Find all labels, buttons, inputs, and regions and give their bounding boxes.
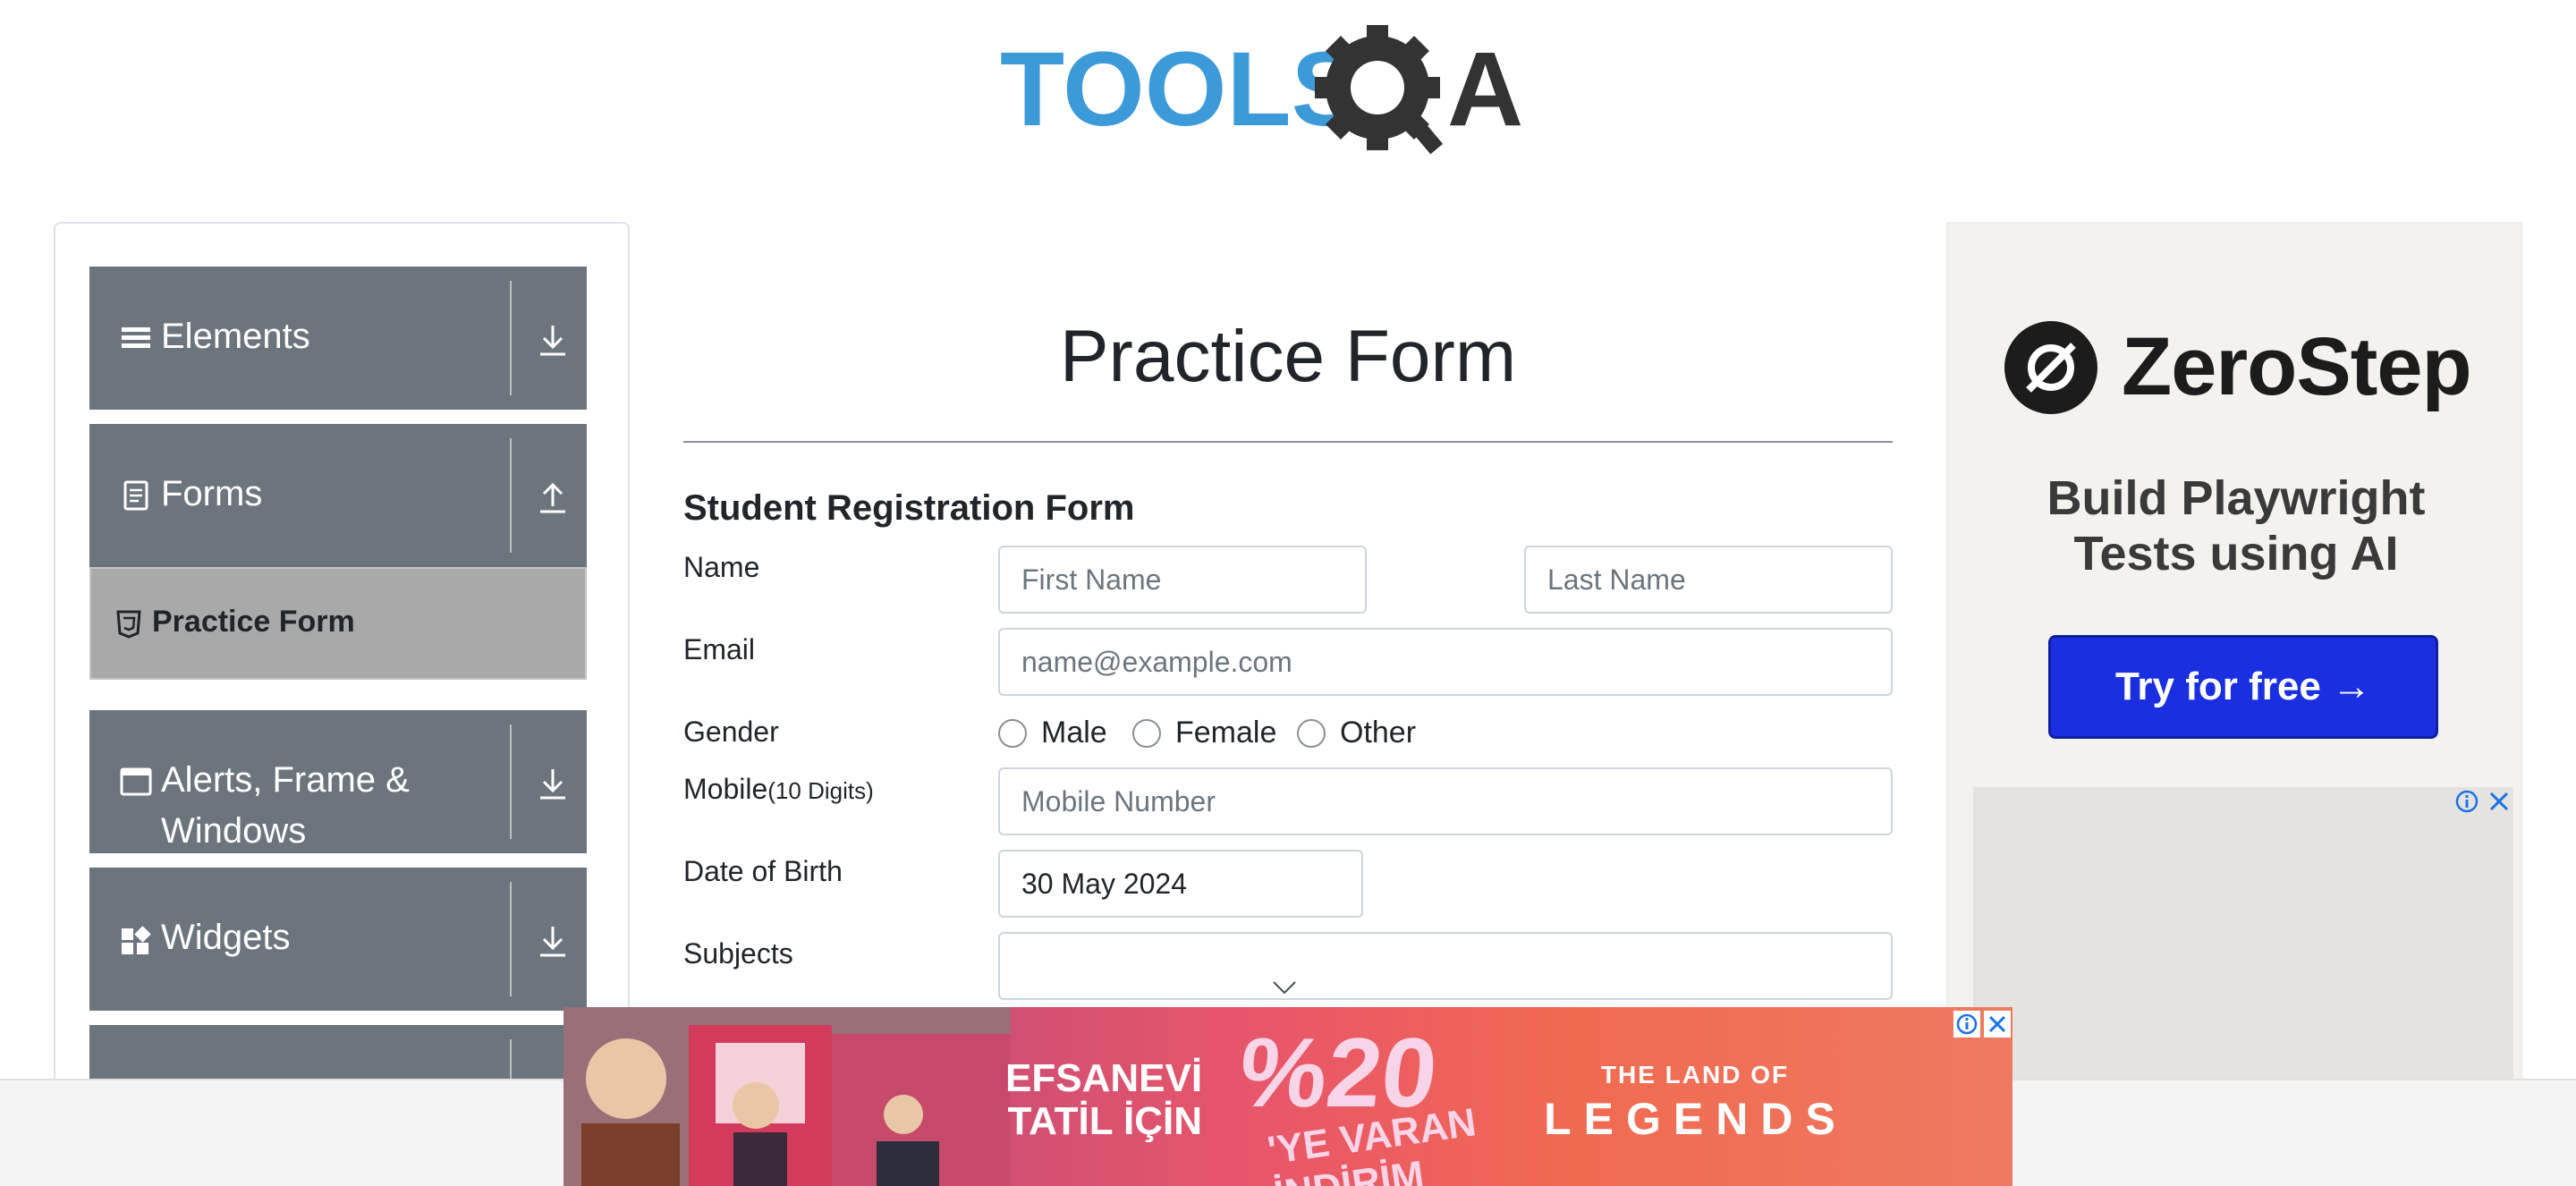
first-name-input[interactable] [998, 546, 1367, 614]
document-icon [123, 480, 148, 511]
banner-artwork [564, 1007, 1011, 1186]
gender-radio-male[interactable]: Male [998, 716, 1107, 750]
chevron-down-icon [1273, 981, 1296, 995]
group-divider [510, 882, 512, 996]
sidebar-item-practice-form[interactable]: Practice Form [89, 567, 587, 680]
bottom-banner-ad[interactable]: EFSANEVİ TATİL İÇİN %20 'YE VARAN İNDİRİ… [564, 1007, 2012, 1186]
page-title: Practice Form [1059, 316, 1517, 397]
banner-info-icon[interactable] [1953, 1011, 1980, 1038]
download-arrow-icon[interactable] [535, 923, 571, 959]
banner-right-line2: LEGENDS [1544, 1094, 1848, 1144]
subjects-label: Subjects [683, 937, 793, 970]
download-arrow-icon[interactable] [535, 766, 571, 801]
gender-radio-female[interactable]: Female [1132, 716, 1276, 750]
download-arrow-icon[interactable] [535, 322, 571, 358]
logo-text-tools: TOOLS [1000, 30, 1361, 148]
sidebar-group-label: Forms [161, 474, 263, 513]
radio-label: Female [1175, 716, 1277, 750]
list-icon [122, 327, 150, 348]
banner-left-text: EFSANEVİ TATİL İÇİN [1005, 1057, 1202, 1143]
ad-cta-button[interactable]: Try for free → [2048, 635, 2438, 739]
group-divider [510, 438, 512, 553]
ad-close-icon[interactable] [2487, 789, 2512, 814]
radio-label: Male [1041, 716, 1107, 750]
banner-close-icon[interactable] [1984, 1011, 2011, 1038]
window-icon [120, 767, 152, 796]
gender-radio-other[interactable]: Other [1297, 716, 1416, 750]
group-divider [510, 724, 512, 839]
sidebar-group-widgets[interactable]: Widgets [89, 868, 587, 1011]
banner-left-line1: EFSANEVİ [1005, 1056, 1203, 1100]
gender-label: Gender [683, 716, 779, 748]
ad-info-icon[interactable] [2454, 789, 2479, 814]
form-title: Student Registration Form [683, 488, 1135, 528]
ad-tagline-line2: Tests using AI [2073, 527, 2399, 580]
last-name-input[interactable] [1524, 546, 1893, 614]
mobile-input[interactable] [998, 767, 1893, 835]
widgets-icon [122, 926, 151, 954]
mobile-label-hint: (10 Digits) [767, 777, 874, 804]
title-divider [683, 441, 1893, 443]
zerostep-logo-icon [2004, 321, 2097, 414]
radio-label: Other [1340, 716, 1417, 750]
sidebar-item-label: Practice Form [152, 605, 355, 639]
right-advertisement[interactable]: ZeroStep Build Playwright Tests using AI… [1946, 222, 2522, 1186]
mobile-label: Mobile(10 Digits) [683, 773, 874, 806]
ad-brand-name: ZeroStep [2122, 321, 2472, 412]
upload-arrow-icon[interactable] [535, 479, 571, 515]
sidebar-group-label: Alerts, Frame & [161, 760, 410, 800]
ad-tagline-line1: Build Playwright [2046, 471, 2426, 525]
logo-text-a: A [1447, 30, 1523, 148]
email-label: Email [683, 633, 756, 665]
radio-circle[interactable] [998, 718, 1027, 748]
banner-left-line2: TATİL İÇİN [1007, 1099, 1203, 1143]
dob-label: Date of Birth [683, 855, 843, 887]
name-label: Name [683, 551, 760, 583]
date-of-birth-input[interactable] [998, 850, 1363, 918]
toolsqa-logo[interactable]: TOOLS A [1000, 25, 1581, 168]
sidebar-group-label: Elements [161, 317, 310, 356]
radio-circle[interactable] [1297, 718, 1326, 748]
sidebar-group-label-line2: Windows [161, 811, 307, 851]
sidebar-group-label: Widgets [161, 918, 291, 957]
sidebar-group-elements[interactable]: Elements [89, 267, 587, 410]
sidebar-group-forms[interactable]: Forms [89, 424, 587, 567]
sidebar-group-alerts[interactable]: Alerts, Frame & Windows [89, 710, 587, 853]
mobile-label-text: Mobile [683, 773, 768, 805]
ad-tagline: Build Playwright Tests using AI [1948, 470, 2524, 581]
radio-circle[interactable] [1132, 718, 1161, 748]
subjects-input[interactable] [998, 932, 1893, 1000]
html5-icon [116, 610, 141, 639]
group-divider [510, 281, 512, 395]
banner-right-line1: THE LAND OF [1600, 1061, 1790, 1089]
email-input[interactable] [998, 628, 1893, 696]
